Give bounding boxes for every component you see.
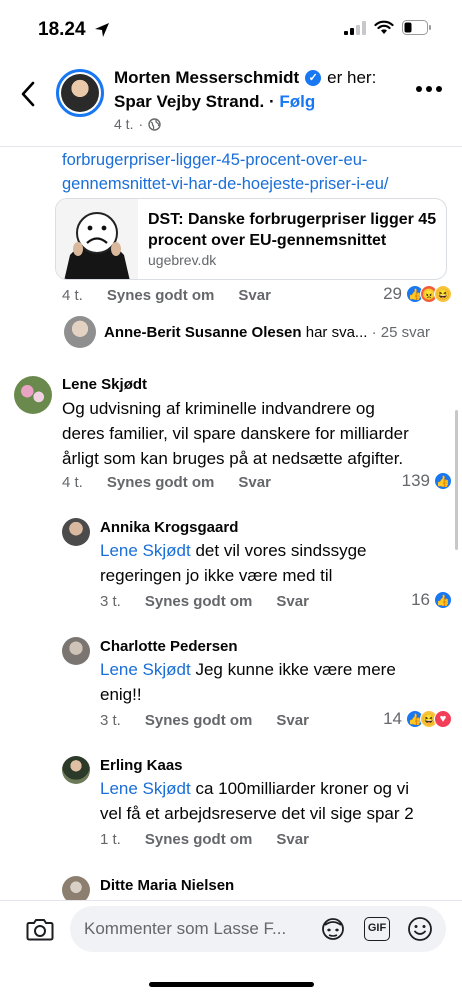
like-button[interactable]: Synes godt om xyxy=(107,474,215,491)
battery-icon xyxy=(402,20,431,35)
author-suffix: er her: xyxy=(327,68,377,87)
post-meta: 4 t. · xyxy=(114,116,161,132)
reply-text: Lene Skjødt det vil vores sindssyge rege… xyxy=(100,541,367,585)
comment-composer[interactable]: GIF xyxy=(70,906,446,952)
link-thumbnail xyxy=(56,199,138,279)
cellular-signal-icon xyxy=(344,20,366,35)
reaction-count: 29 xyxy=(383,284,402,303)
gif-icon[interactable]: GIF xyxy=(364,917,390,941)
post-time: 4 t. xyxy=(62,287,83,304)
like-button[interactable]: Synes godt om xyxy=(145,712,253,729)
reply-avatar[interactable] xyxy=(62,518,90,546)
haha-reaction-icon: 😆 xyxy=(434,285,452,303)
like-button[interactable]: Synes godt om xyxy=(145,831,253,848)
link-domain: ugebrev.dk xyxy=(148,252,217,268)
reply-button[interactable]: Svar xyxy=(238,474,271,491)
post-actions: 4 t. Synes godt om Svar xyxy=(62,287,271,304)
reply-time: 3 t. xyxy=(100,712,121,729)
reply-reactions[interactable]: 16 👍 xyxy=(411,590,452,610)
emoji-icon[interactable] xyxy=(407,916,433,942)
link-title: DST: Danske forbrugerpriser ligger 45 pr… xyxy=(148,211,437,249)
reply-text: Lene Skjødt Jeg kunne ikke være mere eni… xyxy=(100,660,396,704)
reply-button[interactable]: Svar xyxy=(276,593,309,610)
reply-avatar[interactable] xyxy=(62,637,90,665)
love-reaction-icon: ♥ xyxy=(434,710,452,728)
reply-time: 3 t. xyxy=(100,593,121,610)
reply-avatar[interactable] xyxy=(62,756,90,784)
like-button[interactable]: Synes godt om xyxy=(107,287,215,304)
comment-author[interactable]: Lene Skjødt xyxy=(62,376,147,393)
mention-link[interactable]: Lene Skjødt xyxy=(100,779,191,798)
reply-button[interactable]: Svar xyxy=(276,712,309,729)
verified-badge-icon: ✓ xyxy=(305,70,322,86)
home-indicator xyxy=(149,982,314,987)
scrollbar[interactable] xyxy=(455,410,458,550)
reply-author[interactable]: Erling Kaas xyxy=(100,757,183,774)
reply-time: 1 t. xyxy=(100,831,121,848)
author-name[interactable]: Morten Messerschmidt xyxy=(114,68,299,88)
reply-author[interactable]: Ditte Maria Nielsen xyxy=(100,877,234,894)
reaction-count: 16 xyxy=(411,590,430,609)
reply-actions: 3 t. Synes godt om Svar xyxy=(100,593,309,610)
post-age: 4 t. xyxy=(114,116,134,132)
like-button[interactable]: Synes godt om xyxy=(145,593,253,610)
reply-summary-name: Anne-Berit Susanne Olesen xyxy=(104,324,302,341)
reply-button[interactable]: Svar xyxy=(238,287,271,304)
mention-link[interactable]: Lene Skjødt xyxy=(100,541,191,560)
comment-avatar[interactable] xyxy=(14,376,52,414)
comment-time: 4 t. xyxy=(62,474,83,491)
comment-text: Og udvisning af kriminelle indvandrere o… xyxy=(62,399,409,468)
reply-summary-text: har sva... xyxy=(305,324,368,341)
header-divider xyxy=(0,146,462,147)
reply-author[interactable]: Annika Krogsgaard xyxy=(100,519,238,536)
reply-summary-count: 25 svar xyxy=(380,324,430,341)
like-reaction-icon: 👍 xyxy=(434,591,452,609)
comment-reactions[interactable]: 139 👍 xyxy=(402,471,452,491)
author-avatar[interactable] xyxy=(56,69,104,117)
reaction-count: 14 xyxy=(383,709,402,728)
comment-input[interactable] xyxy=(84,906,314,952)
globe-icon xyxy=(148,117,161,131)
camera-icon[interactable] xyxy=(26,916,54,942)
reply-actions: 1 t. Synes godt om Svar xyxy=(100,831,309,848)
reply-author[interactable]: Charlotte Pedersen xyxy=(100,638,238,655)
location-line: Spar Vejby Strand. · Følg xyxy=(114,92,316,111)
reply-summary-separator: · xyxy=(371,324,377,341)
reply-button[interactable]: Svar xyxy=(276,831,309,848)
reply-actions: 3 t. Synes godt om Svar xyxy=(100,712,309,729)
reply-text: Lene Skjødt ca 100milliarder kroner og v… xyxy=(100,779,414,823)
back-arrow-icon[interactable] xyxy=(18,80,38,108)
status-icons xyxy=(344,20,432,35)
reply-reactions[interactable]: 14 👍 😆 ♥ xyxy=(383,709,452,729)
reply-summary-avatar[interactable] xyxy=(64,316,96,348)
like-reaction-icon: 👍 xyxy=(434,472,452,490)
status-time: 18.24 xyxy=(38,19,86,40)
avatar-sticker-icon[interactable] xyxy=(320,917,346,941)
wifi-icon xyxy=(374,20,394,34)
meta-separator: · xyxy=(138,116,144,132)
comment-actions: 4 t. Synes godt om Svar xyxy=(62,474,271,491)
location-arrow-icon xyxy=(95,23,109,37)
reaction-count: 139 xyxy=(401,471,430,490)
post-link-text[interactable]: forbrugerpriser-ligger-45-procent-over-e… xyxy=(62,148,452,196)
more-options-icon[interactable] xyxy=(416,86,442,92)
post-reactions[interactable]: 29 👍 😠 😆 xyxy=(383,284,452,304)
link-preview-card[interactable]: DST: Danske forbrugerpriser ligger 45 pr… xyxy=(55,198,447,280)
location-name[interactable]: Spar Vejby Strand. xyxy=(114,92,264,111)
mention-link[interactable]: Lene Skjødt xyxy=(100,660,191,679)
follow-button[interactable]: Følg xyxy=(279,92,315,111)
author-line: Morten Messerschmidt ✓ er her: xyxy=(114,68,376,88)
reply-summary[interactable]: Anne-Berit Susanne Olesen har sva... · 2… xyxy=(104,324,430,341)
